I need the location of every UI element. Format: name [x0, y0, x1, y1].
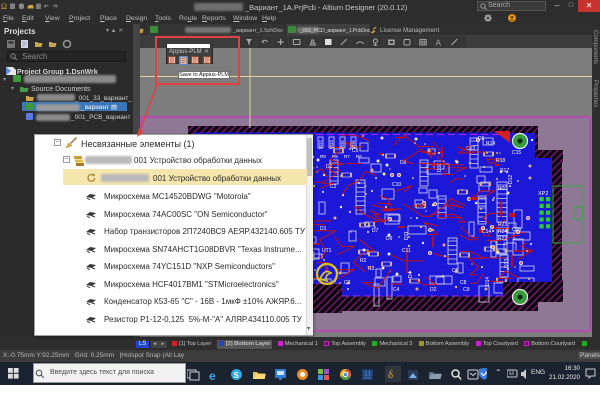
- svg-text:UT1: UT1: [322, 248, 332, 254]
- svg-text:D7: D7: [372, 228, 379, 234]
- svg-text:D11: D11: [404, 231, 410, 240]
- svg-text:δ: δ: [388, 369, 393, 381]
- svg-text:XP2: XP2: [538, 191, 548, 197]
- svg-text:D9: D9: [386, 236, 393, 242]
- svg-text:R20: R20: [498, 186, 507, 192]
- svg-text:D14: D14: [485, 277, 491, 286]
- svg-text:C10: C10: [392, 182, 401, 188]
- svg-text:D12: D12: [508, 175, 514, 184]
- svg-text:VD2: VD2: [318, 140, 323, 149]
- svg-text:,: ,: [460, 376, 462, 382]
- svg-text:R23: R23: [498, 222, 507, 228]
- svg-text:VD3: VD3: [329, 140, 334, 149]
- svg-text:D4: D4: [408, 271, 414, 278]
- svg-text:S: S: [234, 371, 240, 380]
- svg-text:A: A: [436, 39, 442, 48]
- svg-text:C6: C6: [452, 268, 459, 274]
- svg-text:R6: R6: [356, 154, 362, 159]
- svg-text:R8: R8: [332, 154, 338, 159]
- svg-text:C14: C14: [482, 229, 491, 235]
- svg-text:C3: C3: [344, 280, 351, 286]
- svg-text:R7: R7: [344, 154, 350, 159]
- svg-text:Ω: Ω: [1, 2, 7, 11]
- svg-text:D6: D6: [478, 136, 485, 142]
- svg-text:R17: R17: [500, 168, 509, 174]
- svg-text:C8: C8: [460, 280, 467, 286]
- svg-text:R24: R24: [498, 229, 507, 235]
- svg-text:C4: C4: [393, 287, 400, 293]
- svg-text:R14: R14: [486, 141, 495, 147]
- svg-text:e: e: [209, 369, 216, 382]
- svg-text:R9: R9: [320, 154, 326, 159]
- svg-text:R22: R22: [498, 236, 507, 242]
- svg-text:C15: C15: [512, 150, 521, 156]
- svg-text:D13: D13: [504, 259, 510, 268]
- svg-text:R18: R18: [496, 158, 505, 164]
- svg-text:R3: R3: [368, 266, 375, 272]
- svg-text:VD6: VD6: [351, 140, 356, 149]
- svg-text:VD5: VD5: [340, 140, 345, 149]
- svg-text:D2: D2: [430, 287, 437, 293]
- svg-text:C9: C9: [463, 287, 470, 293]
- svg-text:R2: R2: [360, 258, 367, 264]
- svg-text:C11: C11: [402, 248, 411, 254]
- svg-text:C16: C16: [512, 227, 521, 233]
- svg-text:C2: C2: [330, 184, 337, 190]
